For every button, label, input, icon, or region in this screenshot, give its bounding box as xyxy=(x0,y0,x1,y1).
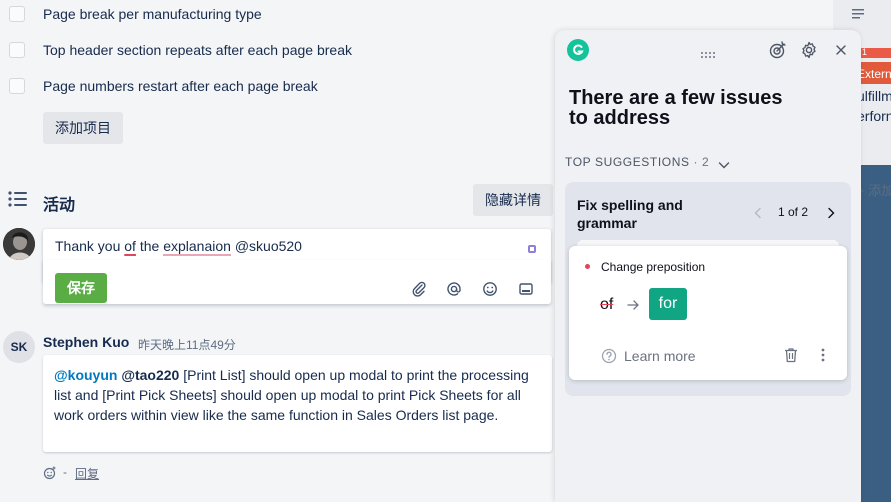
activity-list-icon xyxy=(8,190,28,208)
draft-text-prefix: Thank you xyxy=(55,238,125,254)
spelling-error-word[interactable]: explanaion xyxy=(163,238,231,256)
chevron-right-icon[interactable] xyxy=(826,206,836,219)
panel-heading-line: There are a few issues xyxy=(569,87,783,109)
top-suggestions-label: TOP SUGGESTIONS xyxy=(565,155,690,169)
grammar-error-word[interactable]: of xyxy=(124,238,136,254)
checklist-item-label: Top header section repeats after each pa… xyxy=(43,42,352,58)
arrow-right-icon xyxy=(626,298,640,312)
add-card-button[interactable]: + 添加 xyxy=(857,180,891,199)
emoji-icon[interactable] xyxy=(482,281,498,297)
comment-editor-controls xyxy=(43,260,551,304)
card-icon[interactable] xyxy=(518,281,534,297)
add-reaction-icon[interactable] xyxy=(43,466,57,480)
mention-link[interactable]: @tao220 xyxy=(121,367,179,383)
comment-author[interactable]: Stephen Kuo xyxy=(43,334,129,350)
current-user-avatar xyxy=(3,228,35,260)
checklist-item-label: Page numbers restart after each page bre… xyxy=(43,78,318,94)
checklist-checkbox[interactable] xyxy=(9,42,25,58)
board-card-label-text: 1 xyxy=(862,47,868,57)
chevron-left-icon[interactable] xyxy=(753,206,763,219)
reply-link[interactable]: 回复 xyxy=(75,465,99,482)
drag-handle-icon[interactable] xyxy=(700,46,716,58)
suggestion-group-title: Fix spelling and grammar xyxy=(577,197,683,231)
grammarly-indicator-icon[interactable] xyxy=(528,245,536,253)
error-dot-icon xyxy=(585,264,590,269)
suggestion-category: Change preposition xyxy=(601,260,706,274)
panel-heading: There are a few issues to address xyxy=(569,88,782,128)
author-avatar[interactable]: SK xyxy=(3,331,35,363)
accept-replacement-button[interactable]: for xyxy=(649,288,687,320)
board-card-title: ulfillm xyxy=(857,88,891,104)
comment-timestamp[interactable]: 昨天晚上11点49分 xyxy=(138,336,236,353)
mention-link[interactable]: @kouyun xyxy=(54,367,117,383)
attachment-icon[interactable] xyxy=(411,281,427,297)
reaction-separator: - xyxy=(63,465,67,479)
board-card-title: erforn xyxy=(857,108,891,124)
draft-text-suffix: @skuo520 xyxy=(230,238,302,254)
close-icon[interactable] xyxy=(834,43,848,57)
hide-details-button[interactable]: 隐藏详情 xyxy=(473,184,553,216)
learn-more-link[interactable]: Learn more xyxy=(624,348,696,364)
checklist-checkbox[interactable] xyxy=(9,78,25,94)
top-suggestions-header[interactable]: TOP SUGGESTIONS · 2 xyxy=(565,155,709,169)
comment-input-text[interactable]: Thank you of the explanaion @skuo520 xyxy=(55,238,302,256)
goals-icon[interactable] xyxy=(768,40,788,60)
save-button[interactable]: 保存 xyxy=(55,273,107,303)
chevron-down-icon[interactable] xyxy=(718,157,730,169)
settings-gear-icon[interactable] xyxy=(800,41,818,59)
more-options-icon[interactable] xyxy=(820,347,826,363)
trash-icon[interactable] xyxy=(782,346,800,364)
suggestion-count: · 2 xyxy=(693,155,710,169)
comment-body: @kouyun @tao220 [Print List] should open… xyxy=(43,355,552,452)
board-card-label-text: Extern xyxy=(857,67,891,81)
panel-heading-line: to address xyxy=(569,107,671,129)
help-circle-icon[interactable] xyxy=(601,348,617,364)
draft-text-middle: the xyxy=(135,238,164,254)
activity-title: 活动 xyxy=(43,197,76,214)
checklist-item-label: Page break per manufacturing type xyxy=(43,6,262,22)
description-icon xyxy=(852,6,864,19)
suggestion-pager: 1 of 2 xyxy=(778,205,809,219)
checklist-checkbox[interactable] xyxy=(9,6,25,22)
add-checklist-item-button[interactable]: 添加项目 xyxy=(43,112,123,144)
mention-icon[interactable] xyxy=(446,281,462,297)
original-word: of xyxy=(600,296,614,313)
grammarly-logo-icon xyxy=(567,39,589,61)
